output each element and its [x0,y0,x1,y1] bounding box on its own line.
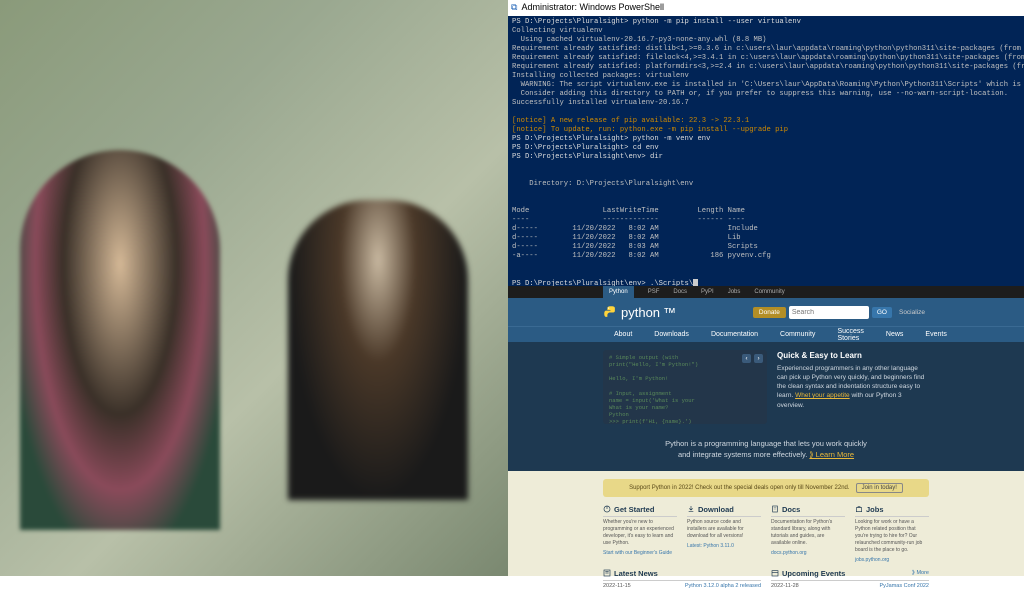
nav-item-downloads[interactable]: Downloads [643,331,700,338]
search-input[interactable] [789,306,869,319]
topbar-item-community[interactable]: Community [754,289,784,295]
stock-photo [0,0,508,576]
python-main-nav: AboutDownloadsDocumentationCommunitySucc… [508,326,1024,342]
hero-next-button[interactable]: › [754,354,763,363]
card-docs: DocsDocumentation for Python's standard … [771,505,845,563]
topbar-item-pypi[interactable]: PyPI [701,289,714,295]
card-sublink[interactable]: docs.python.org [771,550,845,556]
nav-item-events[interactable]: Events [914,331,957,338]
window-titlebar[interactable]: ⧉ Administrator: Windows PowerShell [508,0,1024,16]
powershell-window: ⧉ Administrator: Windows PowerShell PS D… [508,0,1024,286]
hero-text: Quick & Easy to Learn Experienced progra… [777,350,929,424]
search-go-button[interactable]: GO [872,307,892,318]
more-events-link[interactable]: ⟫ More [912,570,929,576]
python-header: python™ Donate GO Socialize [508,298,1024,326]
window-title: Administrator: Windows PowerShell [521,2,664,13]
topbar-item-jobs[interactable]: Jobs [728,289,741,295]
card-sublink[interactable]: Start with our Beginner's Guide [603,550,677,556]
power-icon [603,505,611,513]
topbar-item-psf[interactable]: PSF [648,289,660,295]
topbar-item-docs[interactable]: Docs [673,289,687,295]
nav-item-documentation[interactable]: Documentation [700,331,769,338]
header-actions: Donate GO Socialize [753,306,929,319]
socialize-button[interactable]: Socialize [895,307,929,318]
card-download: DownloadPython source code and installer… [687,505,761,563]
nav-item-news[interactable]: News [875,331,915,338]
news-item[interactable]: 2022-11-15 Python 3.12.0 alpha 2 release… [603,583,761,589]
latest-news-card: Latest News 2022-11-15 Python 3.12.0 alp… [603,569,761,589]
python-topbar: Python PSF Docs PyPI Jobs Community [508,286,1024,298]
support-banner: Support Python in 2022! Check out the sp… [603,479,929,497]
event-item[interactable]: 2022-11-28 PyJamas Conf 2022 [771,583,929,589]
topbar-item-python[interactable]: Python [603,286,634,298]
terminal-output[interactable]: PS D:\Projects\Pluralsight> python -m pi… [508,16,1024,291]
tagline: Python is a programming language that le… [508,432,1024,471]
python-icon [603,305,618,320]
card-sublink[interactable]: Latest: Python 3.11.0 [687,543,761,549]
hero-code-sample: ‹ › # Simple output (withprint("Hello, I… [603,350,767,424]
nav-item-about[interactable]: About [603,331,643,338]
hero-link[interactable]: Whet your appetite [795,392,850,399]
card-sublink[interactable]: jobs.python.org [855,557,929,563]
hero-prev-button[interactable]: ‹ [742,354,751,363]
donate-button[interactable]: Donate [753,307,786,318]
docs-icon [771,505,779,513]
info-cards-grid: Get StartedWhether you're new to program… [508,497,1024,563]
learn-more-link[interactable]: ⟫ Learn More [809,450,854,459]
jobs-icon [855,505,863,513]
download-icon [687,505,695,513]
hero-section: ‹ › # Simple output (withprint("Hello, I… [508,342,1024,432]
python-logo[interactable]: python™ [603,305,676,320]
upcoming-events-card: Upcoming Events⟫ More 2022-11-28 PyJamas… [771,569,929,589]
nav-item-success-stories[interactable]: Success Stories [826,328,874,342]
hero-heading: Quick & Easy to Learn [777,350,929,361]
powershell-icon: ⧉ [511,2,517,13]
nav-item-community[interactable]: Community [769,331,826,338]
card-get-started: Get StartedWhether you're new to program… [603,505,677,563]
card-jobs: JobsLooking for work or have a Python re… [855,505,929,563]
browser-content: Python PSF Docs PyPI Jobs Community python™ D… [508,286,1024,576]
logo-text: python [621,305,660,320]
join-today-button[interactable]: Join in today! [856,483,903,493]
